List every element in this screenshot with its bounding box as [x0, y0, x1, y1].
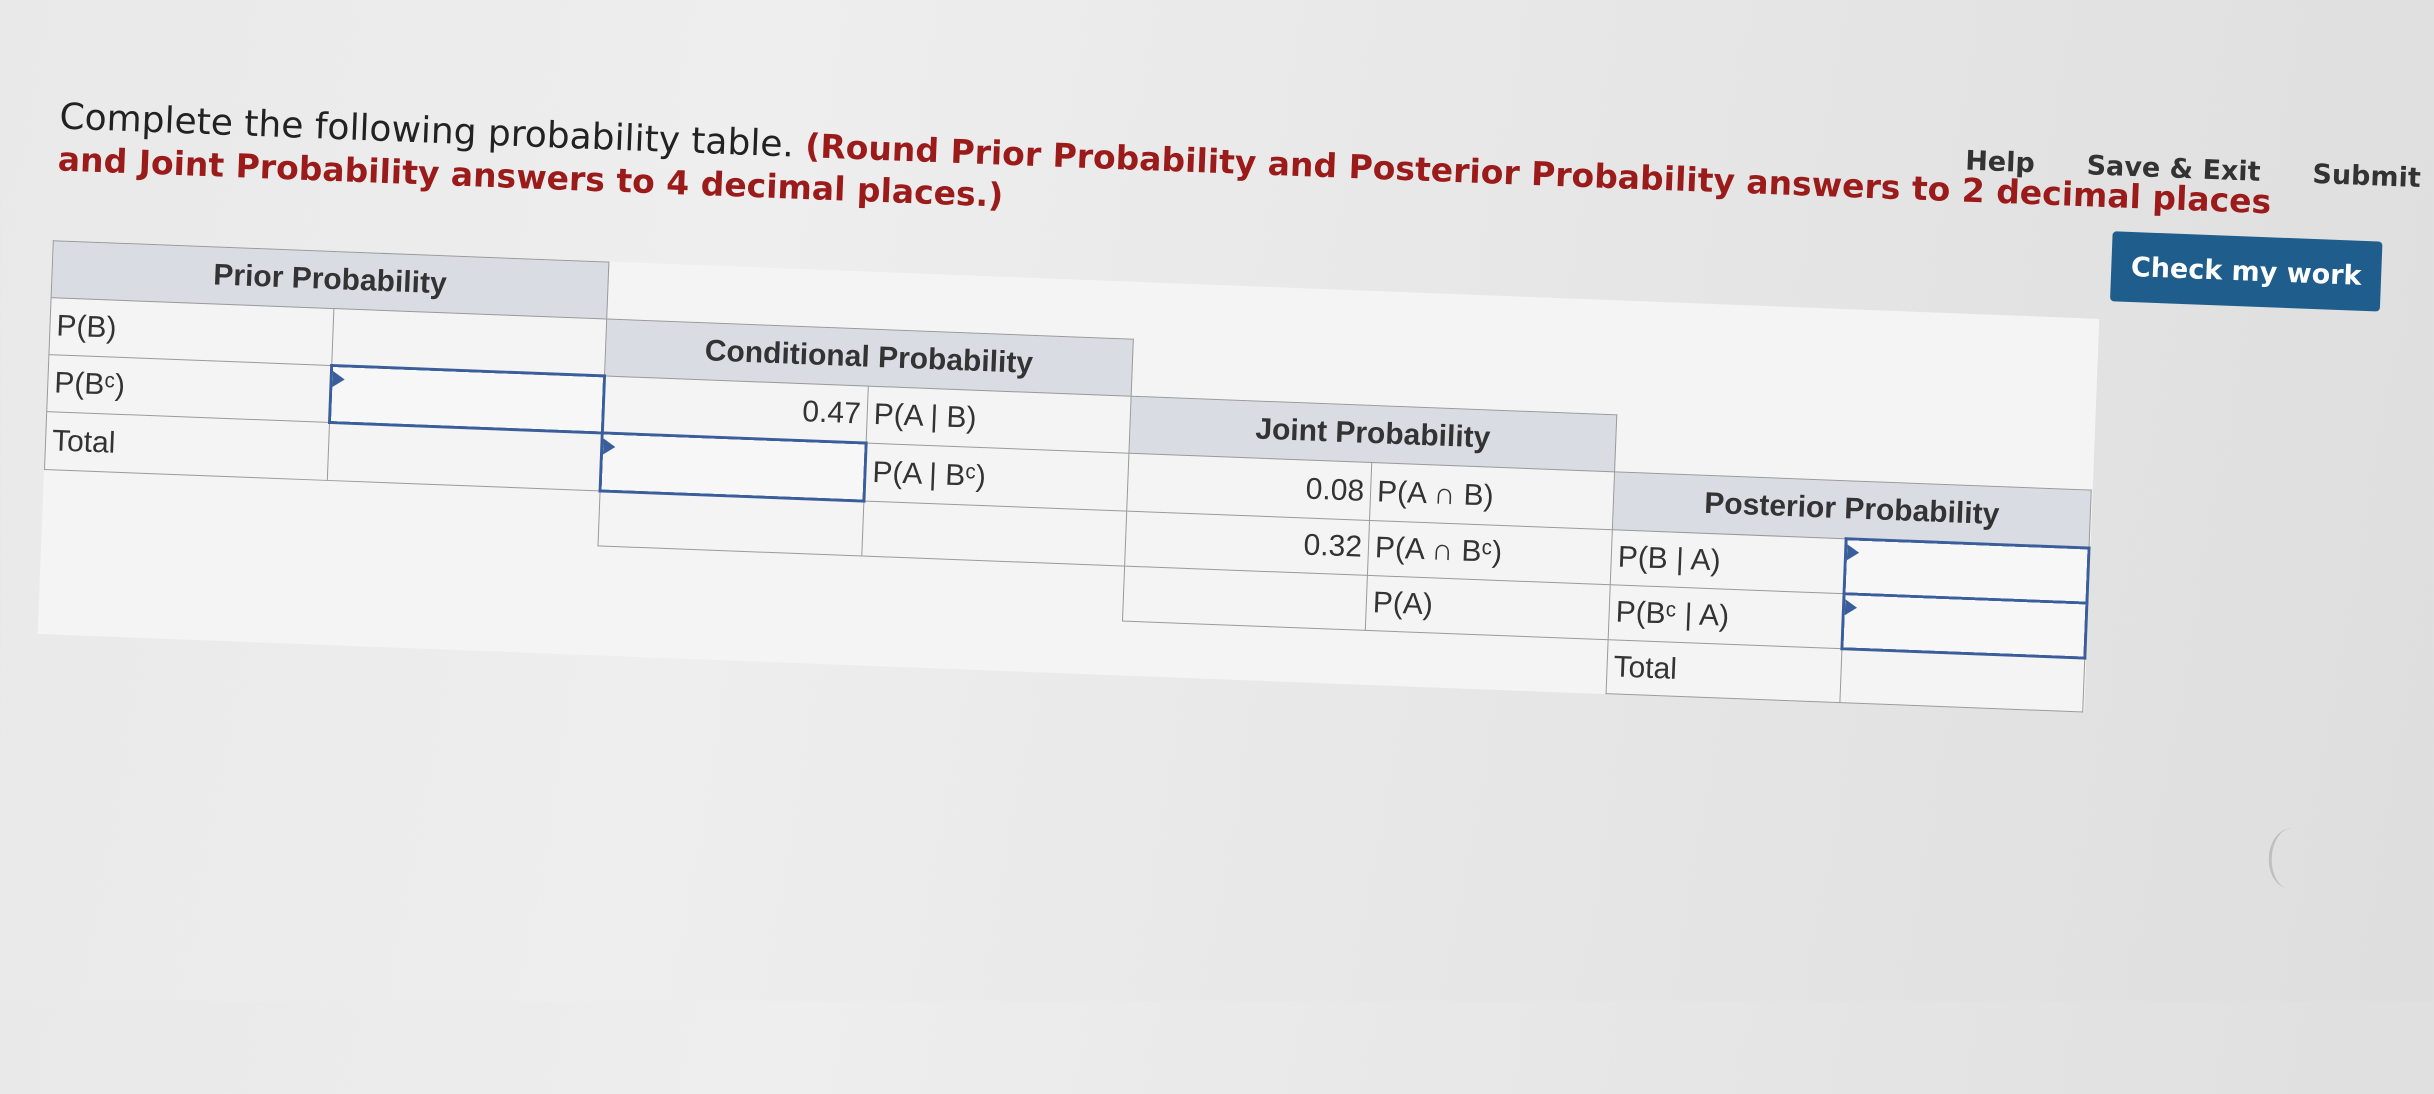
- instructions: Complete the following probability table…: [57, 96, 2339, 267]
- probability-table: Prior Probability P(B) Conditional Proba…: [37, 240, 2100, 713]
- joint-label-a-and-bc: P(A ∩ Bᶜ): [1367, 520, 1613, 585]
- joint-label-a-and-b: P(A ∩ B): [1369, 462, 1615, 530]
- posterior-b-given-a-input[interactable]: [1844, 538, 2089, 604]
- posterior-label-total: Total: [1606, 639, 1842, 703]
- prior-value-b: [331, 308, 607, 376]
- posterior-label-bc-given-a: P(Bᶜ | A): [1608, 584, 1845, 649]
- prior-total-value: [327, 422, 603, 491]
- joint-value-a-and-b: 0.08: [1126, 453, 1372, 521]
- screen-glare-mark: [2267, 827, 2313, 890]
- prior-bc-input[interactable]: [329, 365, 605, 433]
- conditional-label-a-given-bc: P(A | Bᶜ): [863, 443, 1129, 512]
- posterior-total-value: [1839, 648, 2085, 712]
- joint-value-a-and-bc: 0.32: [1124, 511, 1370, 576]
- posterior-label-b-given-a: P(B | A): [1610, 529, 1847, 594]
- screen: Help Save & Exit Submit Check my work Co…: [0, 0, 2432, 1094]
- conditional-label-a-given-b: P(A | B): [866, 386, 1132, 454]
- joint-label-a: P(A): [1365, 575, 1611, 640]
- prior-label-total: Total: [44, 411, 330, 481]
- conditional-a-given-bc-input[interactable]: [600, 432, 867, 502]
- posterior-bc-given-a-input[interactable]: [1841, 593, 2087, 659]
- conditional-value-a-given-b: 0.47: [602, 375, 869, 444]
